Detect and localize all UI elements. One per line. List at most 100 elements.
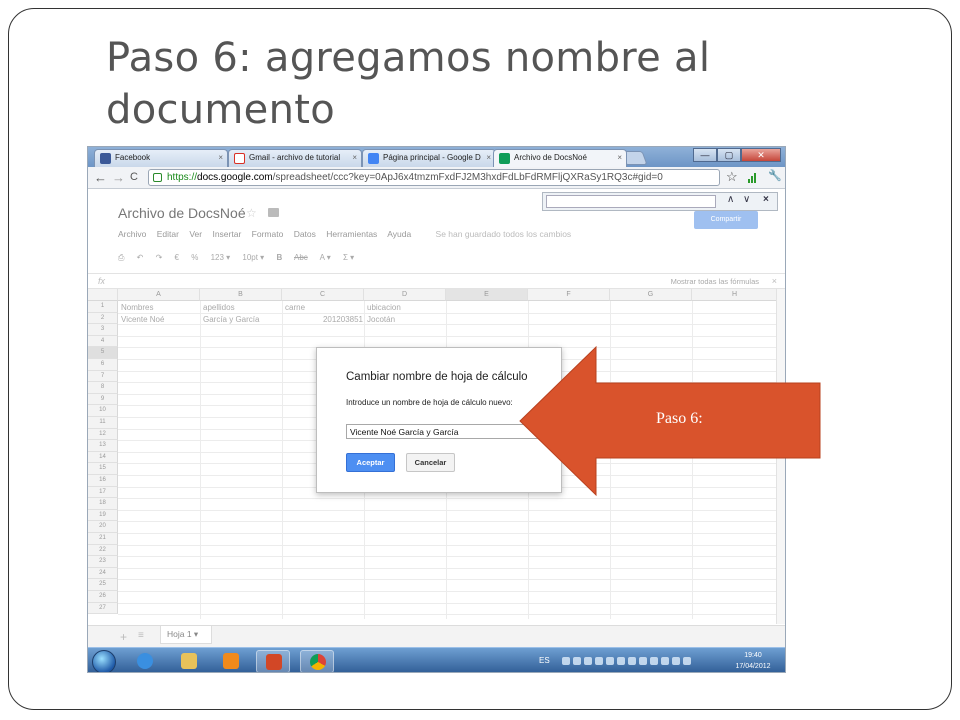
column-header-a[interactable]: A	[118, 289, 200, 301]
tray-icon[interactable]	[661, 657, 669, 665]
row-header[interactable]: 26	[88, 591, 118, 603]
tab-close-icon[interactable]: ×	[352, 150, 357, 166]
row-header[interactable]: 1	[88, 301, 118, 313]
row-header[interactable]: 27	[88, 602, 118, 615]
formula-close-icon[interactable]: ×	[772, 276, 777, 286]
tray-icon[interactable]	[628, 657, 636, 665]
folder-icon[interactable]	[268, 208, 279, 217]
currency-button[interactable]: €	[175, 253, 179, 262]
tray-icon[interactable]	[650, 657, 658, 665]
print-icon[interactable]: ⎙	[118, 253, 124, 262]
menu-editar[interactable]: Editar	[157, 229, 179, 239]
tray-icon[interactable]	[573, 657, 581, 665]
text-color-button[interactable]: A ▾	[320, 253, 331, 262]
column-header-f[interactable]: F	[528, 289, 610, 301]
taskbar-media[interactable]	[214, 650, 248, 672]
tab-google-docs-home[interactable]: Página principal - Google D ×	[362, 149, 496, 167]
cell-b1[interactable]: apellidos	[203, 302, 235, 313]
tray-icon[interactable]	[584, 657, 592, 665]
sheet-list-icon[interactable]: ≡	[138, 630, 144, 641]
sum-button[interactable]: Σ ▾	[343, 253, 354, 262]
show-formulas-button[interactable]: Mostrar todas las fórmulas	[671, 277, 759, 286]
formula-bar[interactable]: fx Mostrar todas las fórmulas ×	[88, 273, 785, 289]
row-header[interactable]: 18	[88, 498, 118, 510]
row-header[interactable]: 4	[88, 335, 118, 348]
number-format-button[interactable]: 123 ▾	[211, 253, 231, 262]
row-header[interactable]: 22	[88, 544, 118, 557]
row-header[interactable]: 9	[88, 393, 118, 406]
address-bar[interactable]: https://docs.google.com/spreadsheet/ccc?…	[148, 169, 720, 186]
row-header[interactable]: 11	[88, 417, 118, 429]
percent-button[interactable]: %	[191, 253, 198, 262]
row-header[interactable]: 10	[88, 405, 118, 417]
tray-icon[interactable]	[639, 657, 647, 665]
menu-herramientas[interactable]: Herramientas	[326, 229, 377, 239]
add-sheet-icon[interactable]: +	[120, 630, 127, 644]
taskbar-chrome[interactable]	[300, 650, 334, 672]
find-next-icon[interactable]: ∨	[743, 194, 750, 205]
tray-icon[interactable]	[683, 657, 691, 665]
corner-cell[interactable]	[88, 289, 118, 301]
find-prev-icon[interactable]: ∧	[727, 194, 734, 205]
taskbar-explorer[interactable]	[172, 650, 206, 672]
strikethrough-button[interactable]: Abc	[294, 253, 308, 262]
maximize-button[interactable]: ▢	[717, 148, 741, 162]
column-header-e[interactable]: E	[446, 289, 528, 301]
share-button[interactable]: Compartir	[694, 211, 758, 229]
row-header[interactable]: 2	[88, 312, 118, 325]
undo-icon[interactable]: ↶	[137, 253, 144, 262]
taskbar-ie[interactable]	[128, 650, 162, 672]
cell-c1[interactable]: carne	[285, 302, 305, 313]
tray-icon[interactable]	[617, 657, 625, 665]
bookmark-star-icon[interactable]: ☆	[726, 169, 738, 185]
tray-icon[interactable]	[595, 657, 603, 665]
tab-gmail[interactable]: Gmail - archivo de tutorial ×	[228, 149, 362, 167]
column-header-h[interactable]: H	[692, 289, 778, 301]
row-header[interactable]: 8	[88, 382, 118, 394]
tray-icon[interactable]	[562, 657, 570, 665]
row-header[interactable]: 23	[88, 556, 118, 568]
tab-facebook[interactable]: Facebook ×	[94, 149, 228, 167]
cell-d1[interactable]: ubicacion	[367, 302, 401, 313]
font-size-button[interactable]: 10pt ▾	[242, 253, 264, 262]
menu-ver[interactable]: Ver	[189, 229, 202, 239]
bold-button[interactable]: B	[276, 253, 282, 262]
row-header[interactable]: 5	[88, 347, 118, 359]
find-input[interactable]	[546, 195, 716, 208]
redo-icon[interactable]: ↷	[156, 253, 163, 262]
row-header[interactable]: 13	[88, 440, 118, 452]
row-header[interactable]: 17	[88, 486, 118, 499]
close-window-button[interactable]: ✕	[741, 148, 781, 162]
tab-close-icon[interactable]: ×	[218, 150, 223, 166]
row-header[interactable]: 12	[88, 428, 118, 441]
row-header[interactable]: 6	[88, 359, 118, 371]
menu-ayuda[interactable]: Ayuda	[387, 229, 411, 239]
row-header[interactable]: 19	[88, 509, 118, 522]
wrench-icon[interactable]: 🔧	[768, 169, 782, 182]
taskbar-powerpoint[interactable]	[256, 650, 290, 672]
reload-icon[interactable]: C	[130, 171, 138, 183]
start-button[interactable]	[92, 650, 116, 672]
column-header-c[interactable]: C	[282, 289, 364, 301]
language-indicator[interactable]: ES	[539, 656, 550, 665]
row-header[interactable]: 7	[88, 370, 118, 383]
star-icon[interactable]: ☆	[246, 206, 257, 220]
cell-a1[interactable]: Nombres	[121, 302, 153, 313]
column-header-b[interactable]: B	[200, 289, 282, 301]
row-header[interactable]: 25	[88, 579, 118, 591]
signal-bars-icon[interactable]	[748, 173, 758, 183]
accept-button[interactable]: Aceptar	[346, 453, 395, 472]
taskbar-clock[interactable]: 19:40 17/04/2012	[728, 650, 778, 672]
tab-archivo-docsnoe[interactable]: Archivo de DocsNoé ×	[493, 149, 627, 167]
minimize-button[interactable]: —	[693, 148, 717, 162]
row-header[interactable]: 21	[88, 533, 118, 545]
tray-icon[interactable]	[606, 657, 614, 665]
row-header[interactable]: 3	[88, 324, 118, 336]
document-title[interactable]: Archivo de DocsNoé	[118, 205, 246, 221]
forward-icon[interactable]: →	[112, 170, 125, 185]
row-header[interactable]: 16	[88, 475, 118, 487]
menu-datos[interactable]: Datos	[294, 229, 316, 239]
menu-insertar[interactable]: Insertar	[212, 229, 241, 239]
tab-close-icon[interactable]: ×	[486, 150, 491, 166]
sheet-tab-hoja-1[interactable]: Hoja 1 ▾	[160, 626, 212, 644]
